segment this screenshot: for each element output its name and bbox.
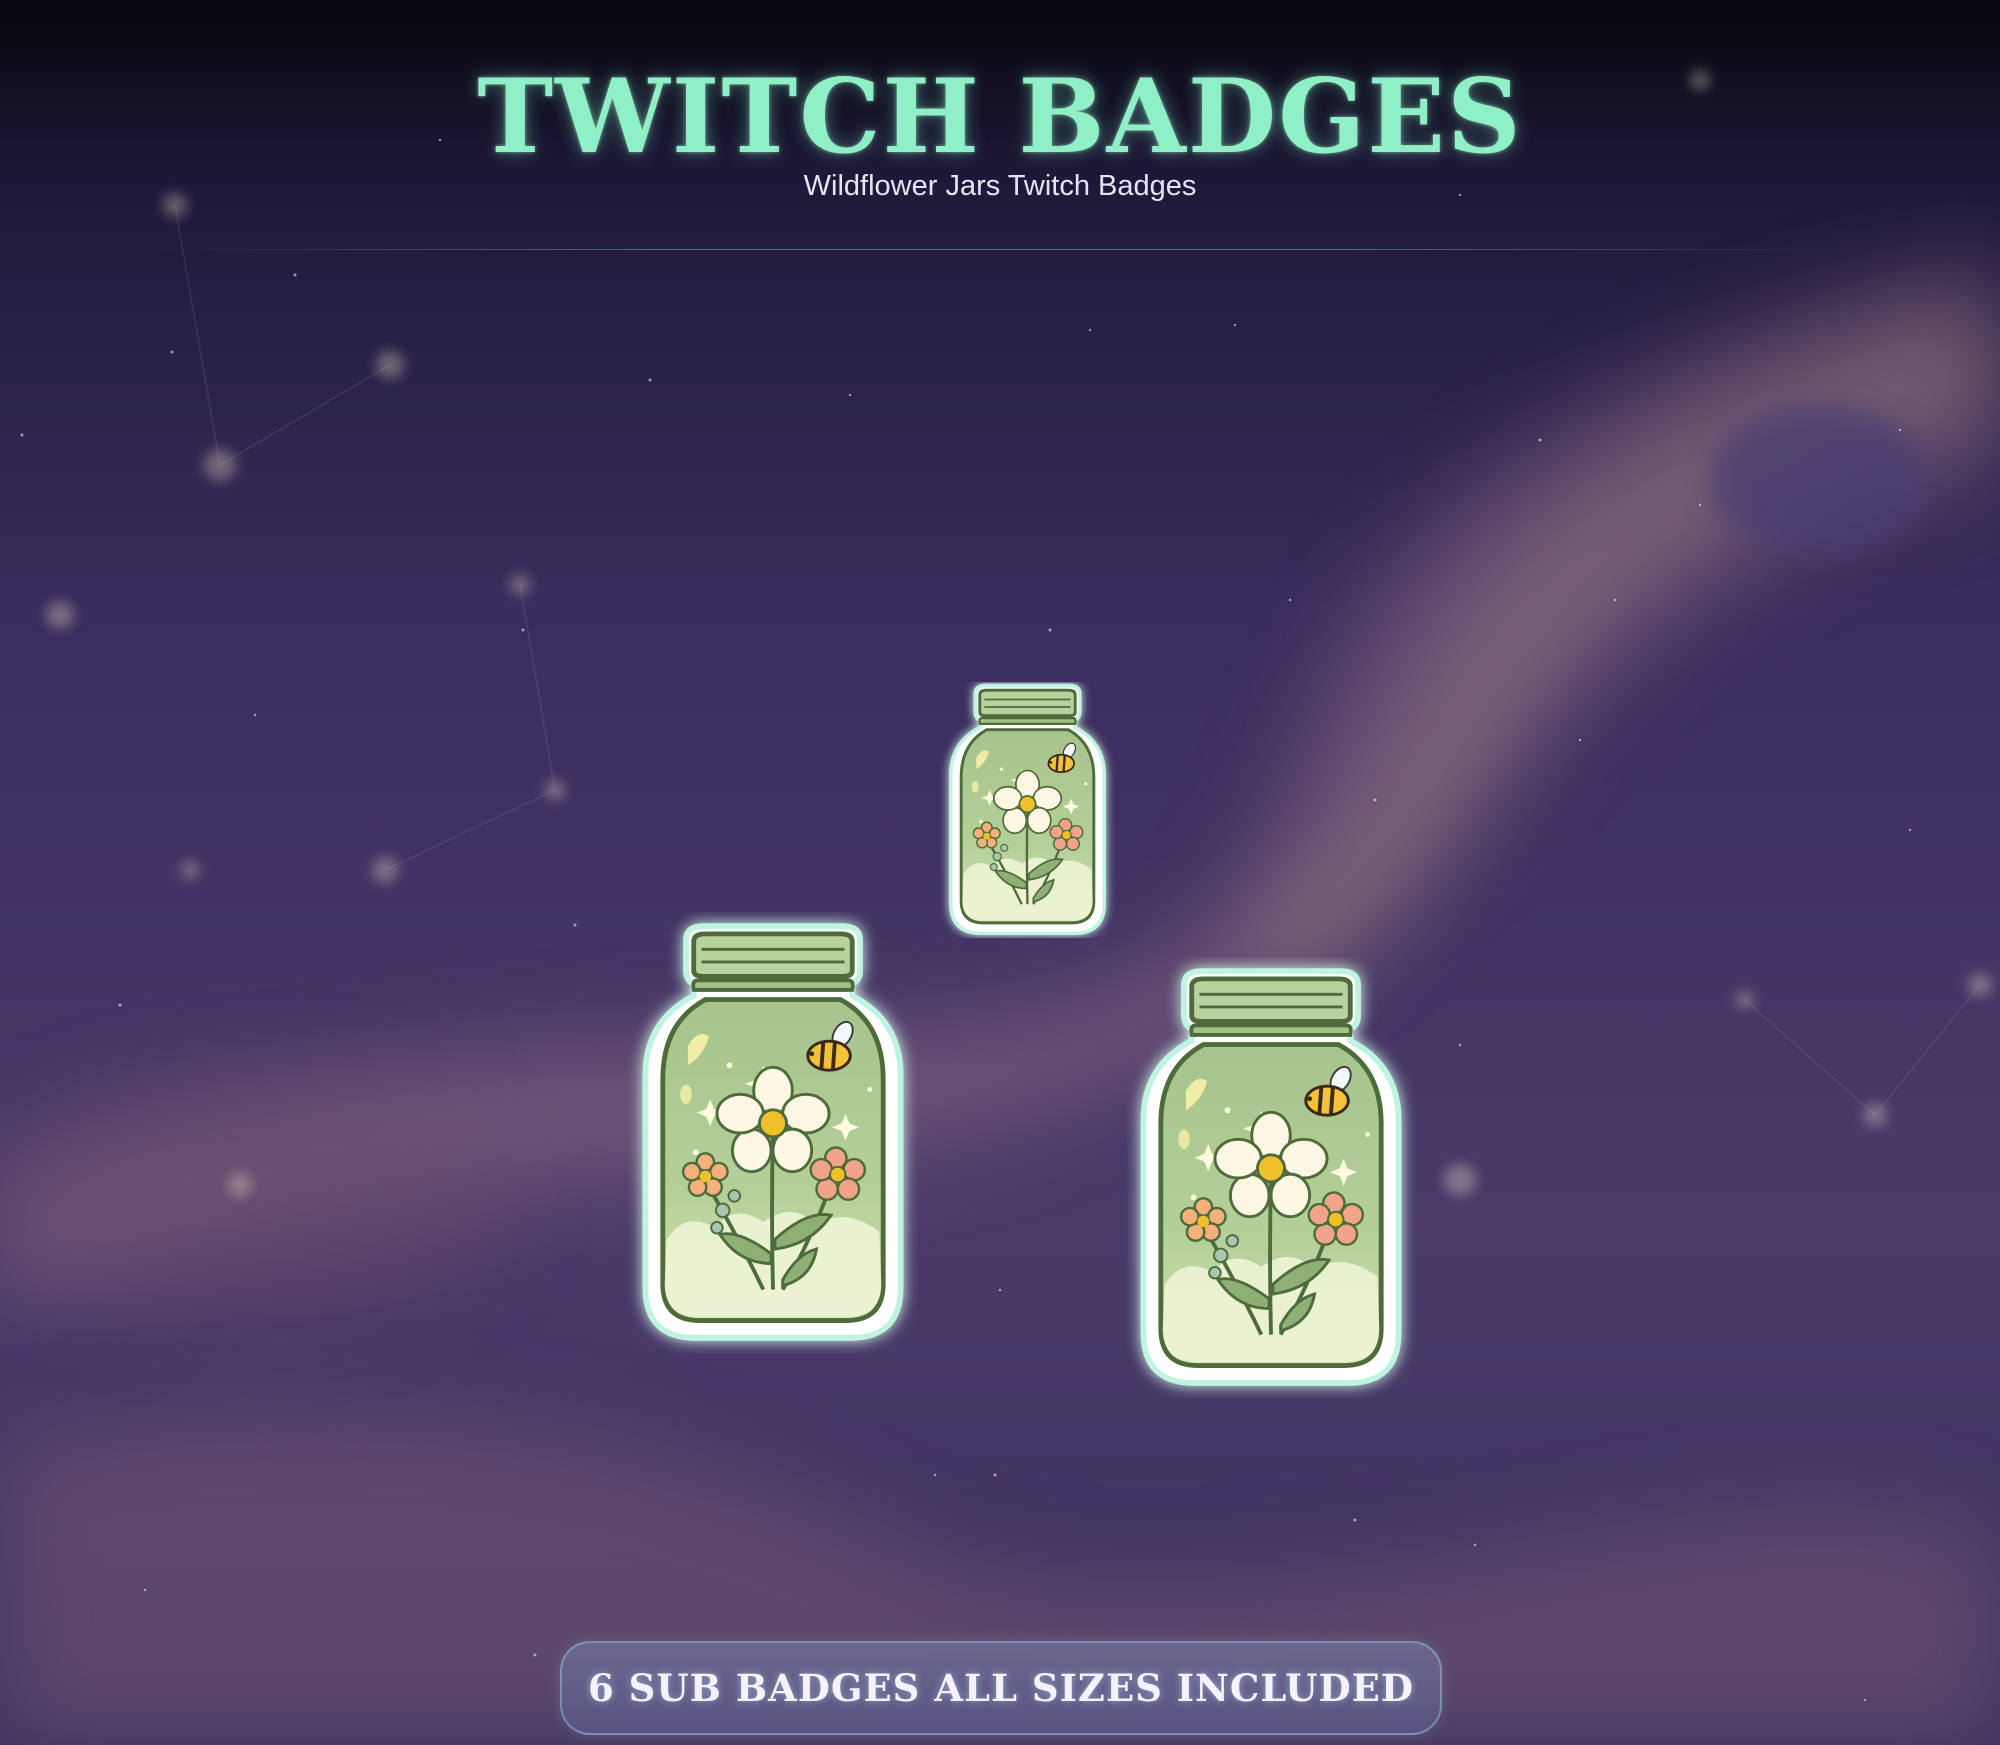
flower-jar-icon [1143,971,1398,1383]
large-jar-badge-left [628,912,918,1354]
page-title: TWITCH BADGES [477,57,1523,177]
banner-text: 6 SUB BADGES ALL SIZES INCLUDED [588,1666,1414,1710]
header-divider [140,249,1860,250]
large-jar-badge-right [1126,957,1416,1399]
flower-jar-icon [645,926,900,1338]
flower-jar-icon [951,685,1105,933]
page-subtitle: Wildflower Jars Twitch Badges [803,170,1197,202]
sub-badges-banner: 6 SUB BADGES ALL SIZES INCLUDED [560,1641,1442,1735]
small-jar-badge [940,682,1115,938]
